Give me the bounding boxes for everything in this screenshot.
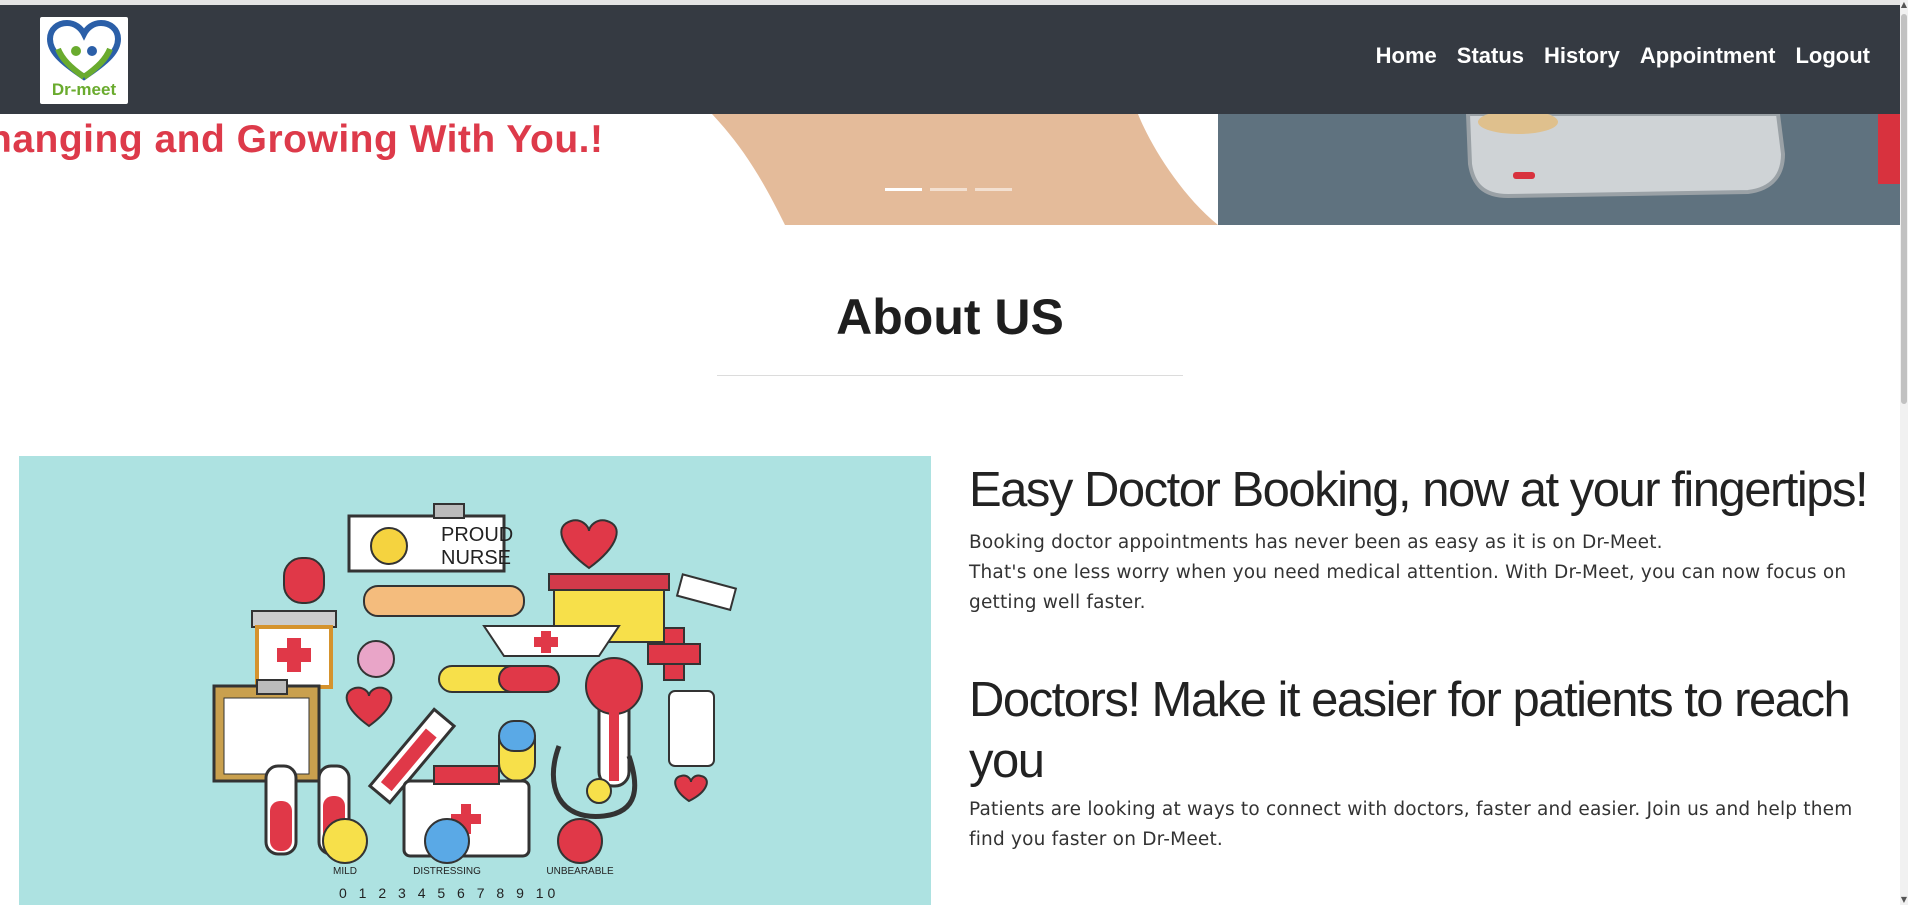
nav-history[interactable]: History: [1544, 43, 1620, 69]
scroll-up-arrow-icon[interactable]: ▲: [1900, 0, 1908, 10]
main-nav: Home Status History Appointment Logout: [1376, 43, 1870, 69]
hero-carousel[interactable]: hanging and Growing With You.!: [0, 114, 1900, 225]
scroll-thumb[interactable]: [1901, 14, 1907, 404]
scale-label-distressing: DISTRESSING: [413, 866, 481, 877]
hero-photo: [1218, 114, 1900, 225]
medical-icons-image: PROUD NURSE MILD DISTRESSING UNBEARABLE …: [212, 503, 738, 901]
about-title: About US: [836, 289, 1064, 345]
carousel-indicator-3[interactable]: [975, 188, 1012, 191]
nav-status[interactable]: Status: [1457, 43, 1524, 69]
section-heading-doctors: Doctors! Make it easier for patients to …: [969, 673, 1851, 788]
scale-numbers: 0 1 2 3 4 5 6 7 8 9 10: [339, 885, 559, 901]
section-text-doctors: Patients are looking at ways to connect …: [969, 799, 1853, 850]
logo-text: Dr-meet: [51, 80, 117, 99]
carousel-indicator-1[interactable]: [885, 188, 922, 191]
nurse-text: NURSE: [441, 547, 511, 569]
about-divider: [717, 375, 1183, 376]
scale-label-mild: MILD: [333, 866, 357, 877]
logo[interactable]: Dr-meet: [40, 17, 128, 104]
carousel-indicators: [885, 188, 1012, 191]
medical-tray-image: [1218, 114, 1900, 225]
page-scrollbar[interactable]: ▲ ▼: [1900, 0, 1908, 905]
section-text-line2: That's one less worry when you need medi…: [969, 562, 1847, 613]
hero-tagline: hanging and Growing With You.!: [0, 118, 604, 161]
nav-home[interactable]: Home: [1376, 43, 1437, 69]
section-text-easy-booking: Booking doctor appointments has never be…: [969, 528, 1869, 618]
nav-logout[interactable]: Logout: [1795, 43, 1870, 69]
section-heading-easy-booking: Easy Doctor Booking, now at your fingert…: [969, 463, 1869, 517]
carousel-indicator-2[interactable]: [930, 188, 967, 191]
section-text-line1: Booking doctor appointments has never be…: [969, 532, 1663, 553]
heart-logo-icon: [46, 19, 122, 81]
nav-appointment[interactable]: Appointment: [1640, 43, 1776, 69]
navbar: Dr-meet Home Status History Appointment …: [0, 5, 1900, 114]
proud-text: PROUD: [441, 524, 513, 546]
scroll-down-arrow-icon[interactable]: ▼: [1900, 895, 1908, 905]
medical-illustration: PROUD NURSE MILD DISTRESSING UNBEARABLE …: [19, 456, 931, 905]
scale-label-unbearable: UNBEARABLE: [546, 866, 614, 877]
